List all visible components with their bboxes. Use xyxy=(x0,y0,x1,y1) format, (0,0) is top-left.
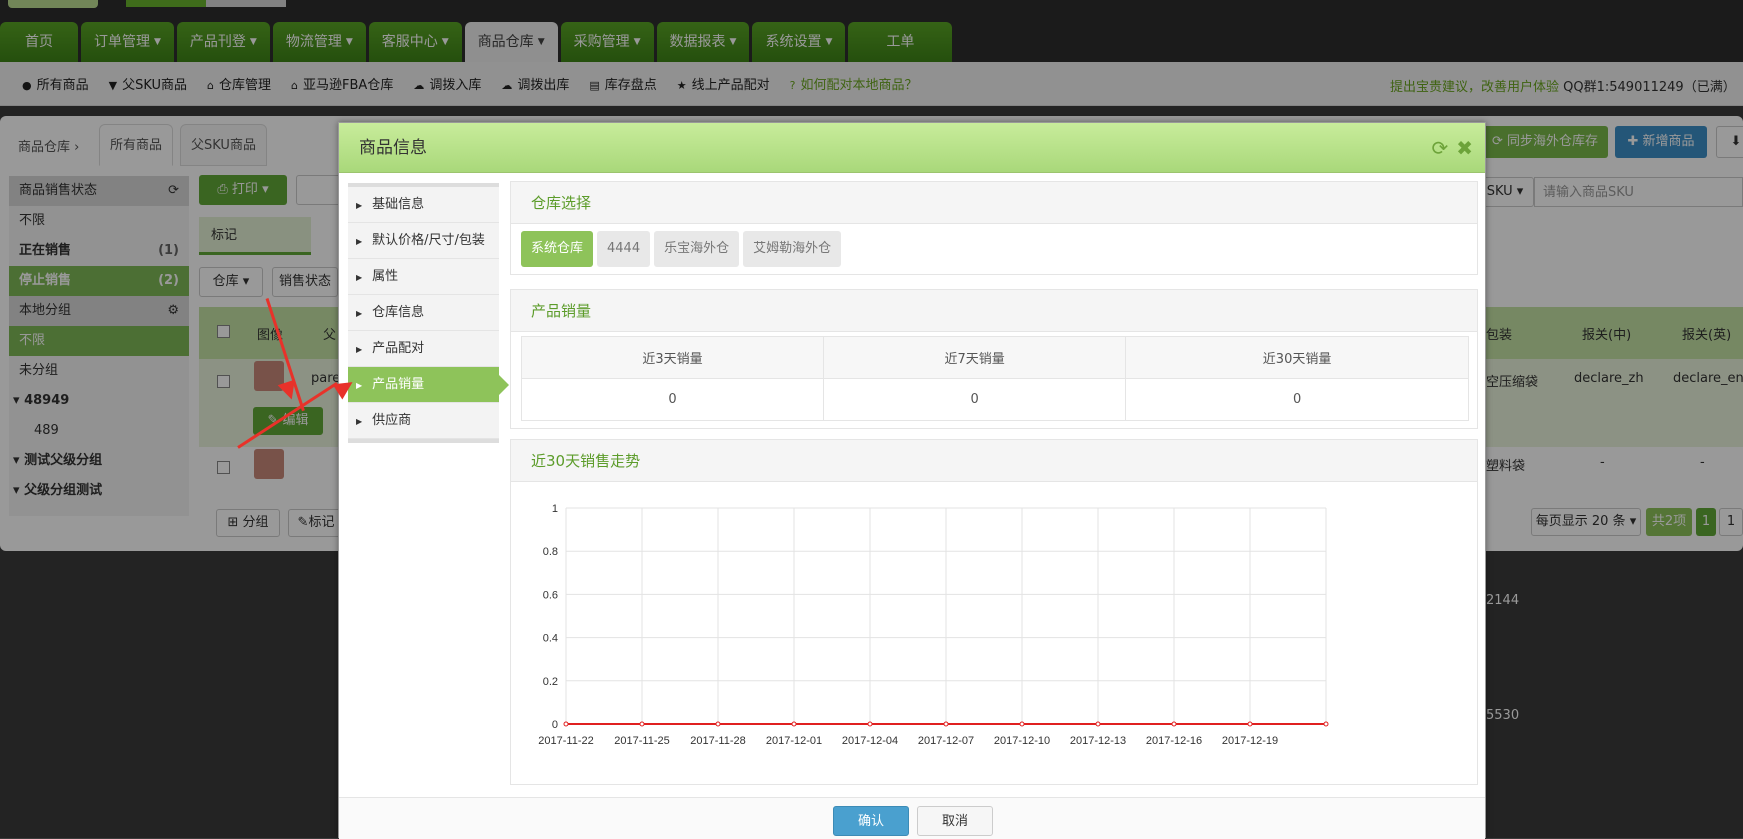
close-icon[interactable]: ✖ xyxy=(1456,136,1473,160)
modal-nav-label: 默认价格/尺寸/包装 xyxy=(372,233,485,248)
caret-right-icon: ▶ xyxy=(356,309,363,318)
sales-section: 产品销量 近3天销量 近7天销量 近30天销量 000 xyxy=(510,289,1478,429)
warehouse-section-title: 仓库选择 xyxy=(511,182,1477,224)
data-point xyxy=(867,721,873,727)
sales-value: 0 xyxy=(823,378,1127,421)
data-point xyxy=(639,721,645,727)
trend-section: 近30天销售走势 0 0.2 0.4 0.6 0.8 1 2017-11-22 2017-11… xyxy=(510,439,1478,785)
modal-footer: 确认 取消 xyxy=(339,797,1485,839)
caret-right-icon: ▶ xyxy=(356,345,363,354)
sales-section-title: 产品销量 xyxy=(511,290,1477,332)
x-tick-label: 2017-12-13 xyxy=(1070,735,1126,747)
data-point xyxy=(1095,721,1101,727)
sales-value: 0 xyxy=(520,378,825,421)
data-point xyxy=(715,721,721,727)
modal-nav-item[interactable]: ▶ 产品配对 xyxy=(348,331,499,367)
warehouse-button[interactable]: 系统仓库 xyxy=(521,231,594,267)
x-tick-label: 2017-12-04 xyxy=(842,735,898,747)
caret-right-icon: ▶ xyxy=(356,237,363,246)
warehouse-button[interactable]: 乐宝海外仓 xyxy=(654,231,740,267)
data-point xyxy=(791,721,797,727)
modal-nav-label: 仓库信息 xyxy=(372,305,425,320)
y-tick-label: 0 xyxy=(552,719,558,731)
y-tick-label: 0.6 xyxy=(543,589,558,601)
x-tick-label: 2017-12-01 xyxy=(766,735,822,747)
x-tick-label: 2017-12-16 xyxy=(1146,735,1202,747)
modal-nav-label: 供应商 xyxy=(372,413,412,428)
product-info-modal: 商品信息 ⟳ ✖ ▶ 基础信息 ▶ 默认价格/尺寸/包装 ▶ 属性 ▶ 仓库信息 ▶ 产品配对 ▶ 产品… xyxy=(338,122,1486,839)
x-tick-label: 2017-11-25 xyxy=(614,735,669,747)
modal-title: 商品信息 xyxy=(359,138,427,158)
data-point xyxy=(563,721,569,727)
data-point xyxy=(1019,721,1025,727)
sales-trend-chart: 0 0.2 0.4 0.6 0.8 1 2017-11-22 2017-11-25 2017-1… xyxy=(538,503,1329,747)
modal-nav-label: 产品销量 xyxy=(372,377,425,392)
modal-nav-item[interactable]: ▶ 默认价格/尺寸/包装 xyxy=(348,223,499,259)
sales-value: 0 xyxy=(1125,378,1469,421)
sales-header: 近3天销量 xyxy=(520,336,825,379)
sales-value-row: 000 xyxy=(520,378,1469,421)
modal-nav-label: 基础信息 xyxy=(372,197,425,212)
warehouse-button[interactable]: 艾姆勒海外仓 xyxy=(743,231,842,267)
sales-table: 近3天销量 近7天销量 近30天销量 000 xyxy=(520,336,1469,421)
x-tick-label: 2017-12-19 xyxy=(1222,735,1278,747)
y-tick-label: 0.2 xyxy=(543,676,558,688)
refresh-icon[interactable]: ⟳ xyxy=(1431,136,1448,160)
warehouse-section: 仓库选择 系统仓库 4444 乐宝海外仓 艾姆勒海外仓 xyxy=(510,181,1478,275)
caret-right-icon: ▶ xyxy=(356,273,363,282)
background-number: 2144 xyxy=(1486,593,1520,608)
warehouse-list: 系统仓库 4444 乐宝海外仓 艾姆勒海外仓 xyxy=(511,224,1477,274)
x-tick-label: 2017-11-28 xyxy=(690,735,745,747)
y-tick-label: 0.4 xyxy=(543,633,558,645)
modal-tools: ⟳ ✖ xyxy=(1423,123,1473,173)
data-point xyxy=(1247,721,1253,727)
modal-nav-label: 产品配对 xyxy=(372,341,425,356)
x-tick-label: 2017-12-07 xyxy=(918,735,974,747)
trend-section-title: 近30天销售走势 xyxy=(511,440,1477,482)
caret-right-icon: ▶ xyxy=(356,201,363,210)
data-point xyxy=(943,721,949,727)
y-tick-label: 1 xyxy=(552,503,558,515)
sales-header-row: 近3天销量 近7天销量 近30天销量 xyxy=(520,336,1469,379)
modal-nav-item[interactable]: ▶ 仓库信息 xyxy=(348,295,499,331)
confirm-button[interactable]: 确认 xyxy=(833,806,909,836)
sales-header: 近30天销量 xyxy=(1125,336,1469,379)
sales-header: 近7天销量 xyxy=(823,336,1127,379)
caret-right-icon: ▶ xyxy=(356,417,363,426)
x-tick-label: 2017-12-10 xyxy=(994,735,1050,747)
x-tick-label: 2017-11-22 xyxy=(538,735,593,747)
modal-nav-item[interactable]: ▶ 基础信息 xyxy=(348,187,499,223)
data-point xyxy=(1323,721,1329,727)
data-point xyxy=(1171,721,1177,727)
modal-nav-item[interactable]: ▶ 产品销量 xyxy=(348,367,509,403)
modal-header: 商品信息 ⟳ ✖ xyxy=(339,123,1485,173)
y-tick-label: 0.8 xyxy=(543,546,558,558)
modal-nav-item[interactable]: ▶ 供应商 xyxy=(348,403,499,439)
modal-side-nav: ▶ 基础信息 ▶ 默认价格/尺寸/包装 ▶ 属性 ▶ 仓库信息 ▶ 产品配对 ▶ 产品销量 ▶ 供应商 xyxy=(348,183,509,443)
modal-nav-label: 属性 xyxy=(372,269,399,284)
warehouse-button[interactable]: 4444 xyxy=(597,231,651,267)
background-number: 5530 xyxy=(1486,708,1520,723)
cancel-button[interactable]: 取消 xyxy=(917,806,993,836)
modal-nav-item[interactable]: ▶ 属性 xyxy=(348,259,499,295)
